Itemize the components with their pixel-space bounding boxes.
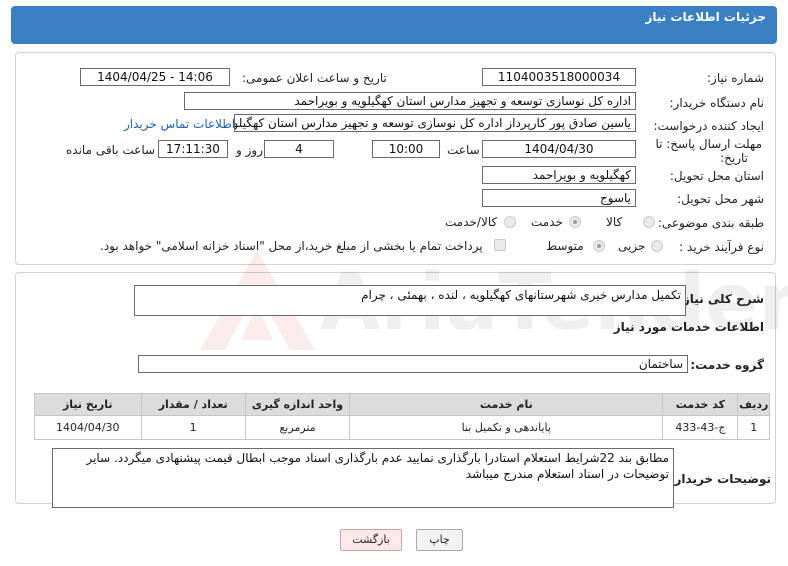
col-header-quantity: تعداد / مقدار: [140, 393, 246, 416]
buyer-contact-link[interactable]: اطلاعات تماس خریدار: [124, 117, 235, 131]
process-type-label: نوع فرآیند خرید :: [679, 240, 764, 254]
buyer-org-field[interactable]: اداره کل نوسازی توسعه و تجهیز مدارس استا…: [184, 92, 636, 110]
cell-service-code: ج-43-433: [662, 415, 739, 440]
category-radio-goods[interactable]: [643, 216, 655, 228]
category-option-goods: کالا: [606, 215, 623, 229]
request-creator-field[interactable]: یاسین صادق پور کارپرداز اداره کل نوسازی …: [234, 114, 636, 132]
cell-unit: مترمربع: [244, 415, 351, 440]
process-radio-minor[interactable]: [651, 240, 663, 252]
cell-need-date: 1404/04/30: [34, 415, 142, 440]
remaining-days-label: روز و: [236, 143, 263, 157]
need-number-label: شماره نیاز:: [707, 71, 764, 85]
announce-datetime-label: تاریخ و ساعت اعلان عمومی:: [242, 71, 387, 85]
category-label: طبقه بندی موضوعی:: [657, 216, 764, 230]
announce-datetime-field[interactable]: 1404/04/25 - 14:06: [80, 68, 230, 86]
service-group-label: گروه خدمت:: [690, 358, 764, 372]
treasury-payment-checkbox[interactable]: [494, 239, 506, 251]
category-option-goods-service: کالا/خدمت: [445, 215, 498, 229]
cell-quantity: 1: [140, 415, 246, 440]
category-option-service: خدمت: [531, 215, 563, 229]
deadline-time-label: ساعت: [447, 143, 480, 157]
category-radio-service[interactable]: [569, 216, 581, 228]
remaining-time-field[interactable]: 17:11:30: [158, 140, 228, 158]
buyer-notes-text: مطابق بند 22شرایط استعلام استادرا بارگذا…: [86, 451, 669, 481]
buyer-notes-textarea[interactable]: مطابق بند 22شرایط استعلام استادرا بارگذا…: [52, 448, 674, 508]
delivery-city-label: شهر محل تحویل:: [677, 192, 764, 206]
remaining-time-label: ساعت باقی مانده: [66, 143, 156, 157]
back-button[interactable]: بازگشت: [340, 529, 402, 551]
category-radio-goods-service[interactable]: [504, 216, 516, 228]
print-button[interactable]: چاپ: [416, 529, 463, 551]
process-option-medium: متوسط: [546, 239, 584, 253]
page-title: جزئیات اطلاعات نیاز: [645, 10, 766, 24]
delivery-province-label: استان محل تحویل:: [669, 169, 764, 183]
buyer-notes-label: توضیحات خریدار:: [669, 472, 771, 486]
deadline-label-line2: تاریخ:: [720, 151, 748, 165]
need-description-label: شرح کلی نیاز:: [678, 292, 764, 306]
col-header-row-number: ردیف: [737, 393, 770, 416]
col-header-unit: واحد اندازه گیری: [244, 393, 351, 416]
delivery-city-field[interactable]: یاسوج: [482, 189, 636, 207]
deadline-date-field[interactable]: 1404/04/30: [482, 140, 636, 158]
services-table-header-row: ردیف کد خدمت نام خدمت واحد اندازه گیری ت…: [34, 393, 770, 416]
buyer-org-label: نام دستگاه خریدار:: [669, 96, 765, 110]
need-description-textarea[interactable]: تکمیل مدارس خیری شهرستانهای کهگیلویه ، ل…: [134, 285, 686, 316]
col-header-service-name: نام خدمت: [349, 393, 664, 416]
service-group-field[interactable]: ساختمان: [138, 355, 688, 373]
services-table: ردیف کد خدمت نام خدمت واحد اندازه گیری ت…: [34, 393, 770, 440]
deadline-label-line1: مهلت ارسال پاسخ: تا: [655, 137, 762, 151]
remaining-days-field[interactable]: 4: [264, 140, 334, 158]
cell-service-name: پایاندهی و تکمیل بنا: [349, 415, 664, 440]
cell-row-number: 1: [737, 415, 770, 440]
need-number-field[interactable]: 1104003518000034: [482, 68, 636, 86]
table-row: 1 ج-43-433 پایاندهی و تکمیل بنا مترمربع …: [34, 415, 770, 440]
col-header-service-code: کد خدمت: [662, 393, 739, 416]
process-radio-medium[interactable]: [593, 240, 605, 252]
request-creator-label: ایجاد کننده درخواست:: [653, 119, 764, 133]
services-section-title: اطلاعات خدمات مورد نیاز: [613, 320, 764, 334]
delivery-province-field[interactable]: کهگیلویه و بویراحمد: [482, 166, 636, 184]
process-option-minor: جزیی: [618, 239, 646, 253]
need-description-text: تکمیل مدارس خیری شهرستانهای کهگیلویه ، ل…: [361, 288, 681, 302]
col-header-need-date: تاریخ نیاز: [34, 393, 142, 416]
deadline-time-field[interactable]: 10:00: [372, 140, 440, 158]
